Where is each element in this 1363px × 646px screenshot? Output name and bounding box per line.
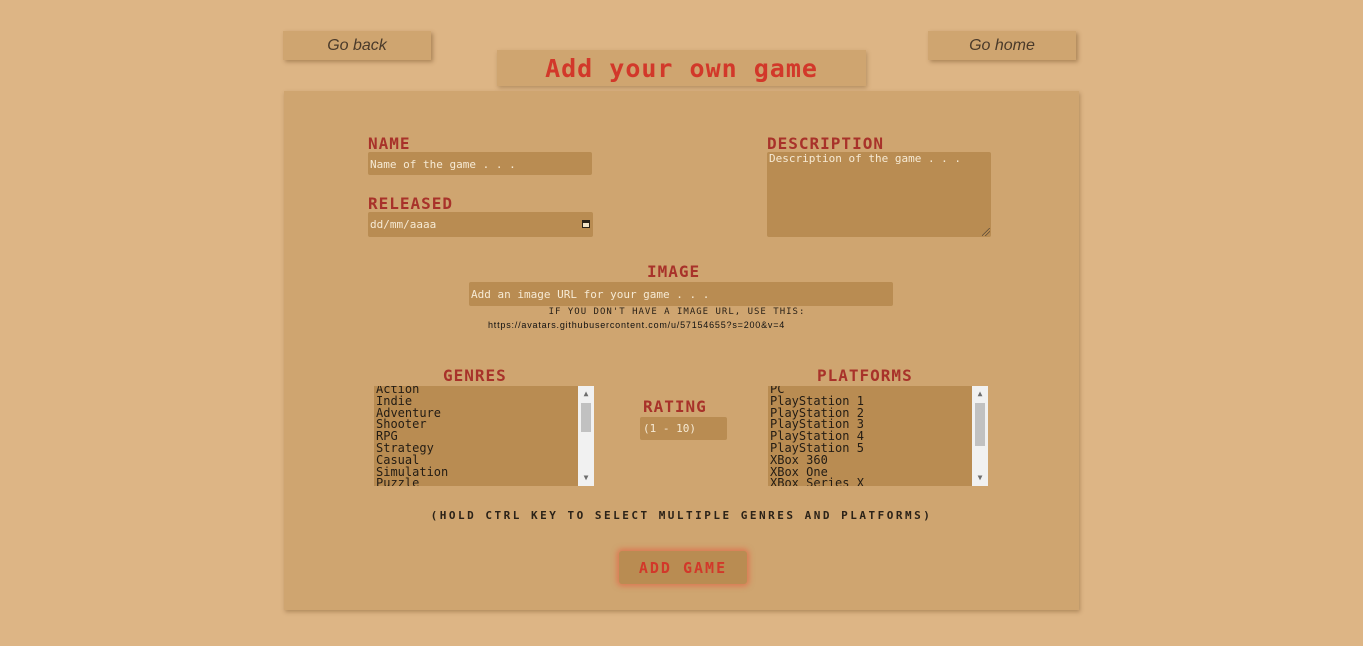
genres-select[interactable]: Action Indie Adventure Shooter RPG Strategy Ca… bbox=[374, 386, 594, 486]
calendar-icon[interactable] bbox=[582, 220, 590, 228]
page-title: Add your own game bbox=[497, 50, 866, 86]
platforms-select[interactable]: PC PlayStation 1 PlayStation 2 PlayStation … bbox=[768, 386, 988, 486]
rating-label: RATING bbox=[643, 397, 707, 416]
go-home-button[interactable]: Go home bbox=[928, 31, 1076, 60]
fallback-image-url: https://avatars.githubusercontent.com/u/… bbox=[488, 320, 786, 330]
go-back-button[interactable]: Go back bbox=[283, 31, 431, 60]
genres-label: GENRES bbox=[443, 366, 507, 385]
image-label: IMAGE bbox=[647, 262, 701, 281]
genre-option[interactable]: Shooter bbox=[376, 418, 578, 431]
genre-option[interactable]: Puzzle bbox=[376, 477, 578, 486]
scroll-up-icon[interactable]: ▲ bbox=[972, 388, 988, 400]
platforms-scroll-thumb[interactable] bbox=[975, 403, 985, 446]
platforms-label: PLATFORMS bbox=[817, 366, 913, 385]
released-date-input[interactable]: dd/mm/aaaa bbox=[368, 212, 593, 237]
description-label: DESCRIPTION bbox=[767, 134, 884, 153]
genres-scrollbar[interactable]: ▲ ▼ bbox=[578, 386, 594, 486]
rating-input[interactable]: (1 - 10) bbox=[640, 417, 727, 440]
scroll-up-icon[interactable]: ▲ bbox=[578, 388, 594, 400]
multi-select-hint: (HOLD CTRL KEY TO SELECT MULTIPLE GENRES… bbox=[430, 509, 933, 522]
name-input[interactable]: Name of the game . . . bbox=[368, 152, 592, 175]
description-textarea[interactable]: Description of the game . . . bbox=[767, 152, 991, 237]
released-date-placeholder: dd/mm/aaaa bbox=[370, 218, 437, 231]
scroll-down-icon[interactable]: ▼ bbox=[972, 472, 988, 484]
released-label: RELEASED bbox=[368, 194, 454, 213]
scroll-down-icon[interactable]: ▼ bbox=[578, 472, 594, 484]
add-game-button[interactable]: ADD GAME bbox=[619, 551, 747, 584]
platform-option[interactable]: XBox Series X bbox=[770, 477, 972, 486]
platforms-scrollbar[interactable]: ▲ ▼ bbox=[972, 386, 988, 486]
name-label: NAME bbox=[368, 134, 411, 153]
genres-scroll-thumb[interactable] bbox=[581, 403, 591, 432]
image-url-input[interactable]: Add an image URL for your game . . . bbox=[469, 282, 893, 306]
image-url-hint: IF YOU DON'T HAVE A IMAGE URL, USE THIS: bbox=[548, 307, 806, 317]
description-placeholder: Description of the game . . . bbox=[769, 152, 962, 165]
resize-grip-icon[interactable] bbox=[982, 228, 990, 236]
